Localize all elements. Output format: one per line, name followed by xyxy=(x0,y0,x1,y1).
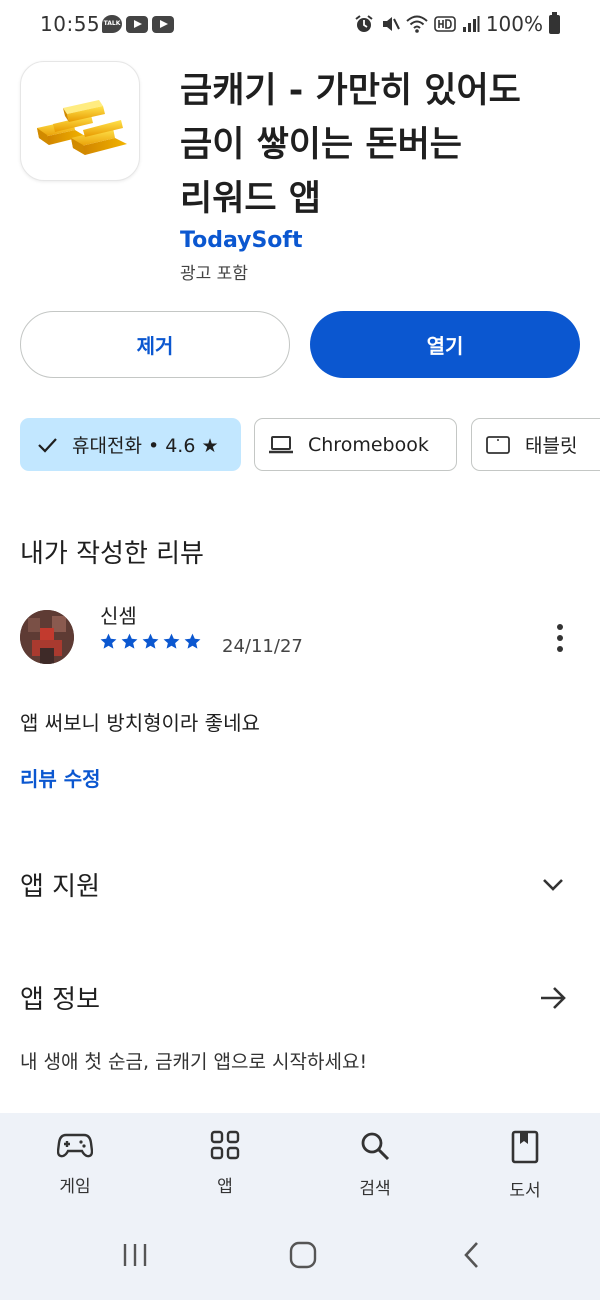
nav-item-games[interactable]: 게임 xyxy=(25,1130,125,1197)
edit-review-link[interactable]: 리뷰 수정 xyxy=(20,763,101,792)
reviewer-name: 신셈 xyxy=(100,604,137,628)
battery-percent: 100% xyxy=(485,12,543,36)
device-chip-chromebook[interactable]: Chromebook xyxy=(254,418,457,471)
app-title-line-1: 금캐기 - 가만히 있어도 xyxy=(180,71,521,111)
avatar-image xyxy=(20,610,74,664)
nav-item-apps[interactable]: 앱 xyxy=(175,1130,275,1197)
gamepad-icon xyxy=(57,1133,93,1158)
app-support-title[interactable]: 앱 지원 xyxy=(20,866,100,903)
alarm-icon xyxy=(355,15,373,32)
apps-grid-icon xyxy=(210,1130,240,1160)
app-icon xyxy=(20,61,140,181)
app-info-description: 내 생애 첫 순금, 금캐기 앱으로 시작하세요! xyxy=(20,1051,368,1073)
device-chip-phone[interactable]: 휴대전화 • 4.6 ★ xyxy=(20,418,241,471)
dot-icon xyxy=(557,624,563,630)
battery-icon xyxy=(549,11,560,34)
mute-icon xyxy=(382,17,400,31)
star-icon xyxy=(121,633,138,649)
device-chip-phone-label: 휴대전화 • 4.6 ★ xyxy=(72,435,219,457)
system-status-icons: 100% xyxy=(354,11,560,36)
rating-stars xyxy=(99,632,202,651)
star-icon xyxy=(100,633,117,649)
my-review-title: 내가 작성한 리뷰 xyxy=(20,539,204,569)
arrow-right-icon[interactable] xyxy=(538,983,568,1013)
open-button[interactable]: 열기 xyxy=(310,311,580,378)
app-info-title[interactable]: 앱 정보 xyxy=(20,979,100,1016)
recent-apps-icon[interactable] xyxy=(120,1240,150,1270)
dot-icon xyxy=(557,646,563,652)
contains-ads-label: 광고 포함 xyxy=(180,264,248,284)
review-text: 앱 써보니 방치형이라 좋네요 xyxy=(20,711,260,735)
nav-item-search[interactable]: 검색 xyxy=(325,1130,425,1199)
check-icon xyxy=(38,437,57,453)
star-icon xyxy=(184,633,201,649)
back-icon[interactable] xyxy=(458,1240,488,1270)
talk-badge-label: TALK xyxy=(103,20,121,27)
nav-label-apps: 앱 xyxy=(217,1177,233,1197)
signal-icon xyxy=(462,16,480,32)
device-chip-chromebook-label: Chromebook xyxy=(308,433,429,456)
uninstall-button[interactable]: 제거 xyxy=(20,311,290,378)
gold-bars-icon xyxy=(37,100,127,155)
dot-icon xyxy=(557,635,563,641)
nav-item-books[interactable]: 도서 xyxy=(475,1130,575,1201)
status-time: 10:55 xyxy=(40,12,101,36)
status-bar: 10:55 TALK 100% xyxy=(0,0,600,50)
nav-label-games: 게임 xyxy=(59,1177,91,1197)
star-icon xyxy=(142,633,159,649)
device-chip-tablet[interactable]: 태블릿 xyxy=(471,418,600,471)
youtube-icon xyxy=(126,15,148,33)
home-icon[interactable] xyxy=(288,1240,318,1270)
book-icon xyxy=(511,1130,539,1164)
review-date: 24/11/27 xyxy=(222,636,303,657)
app-title-line-3: 리워드 앱 xyxy=(180,179,321,219)
nav-label-search: 검색 xyxy=(359,1179,391,1199)
chevron-down-icon[interactable] xyxy=(540,872,566,898)
notification-icons: TALK xyxy=(102,15,174,33)
app-title-line-2: 금이 쌓이는 돈버는 xyxy=(180,125,462,165)
hd-voice-icon xyxy=(434,16,456,32)
device-chip-tablet-label: 태블릿 xyxy=(525,435,578,457)
wifi-icon xyxy=(406,15,428,33)
laptop-icon xyxy=(269,435,293,453)
youtube-icon-2 xyxy=(152,15,174,33)
more-options-button[interactable] xyxy=(545,618,575,658)
kakaotalk-icon: TALK xyxy=(102,15,122,33)
developer-link[interactable]: TodaySoft xyxy=(180,228,303,253)
nav-label-books: 도서 xyxy=(509,1181,541,1201)
star-icon xyxy=(163,633,180,649)
search-icon xyxy=(361,1132,390,1161)
avatar[interactable] xyxy=(20,610,74,664)
tablet-icon xyxy=(486,435,510,454)
app-title: 금캐기 - 가만히 있어도 금이 쌓이는 돈버는 리워드 앱 xyxy=(180,64,580,226)
